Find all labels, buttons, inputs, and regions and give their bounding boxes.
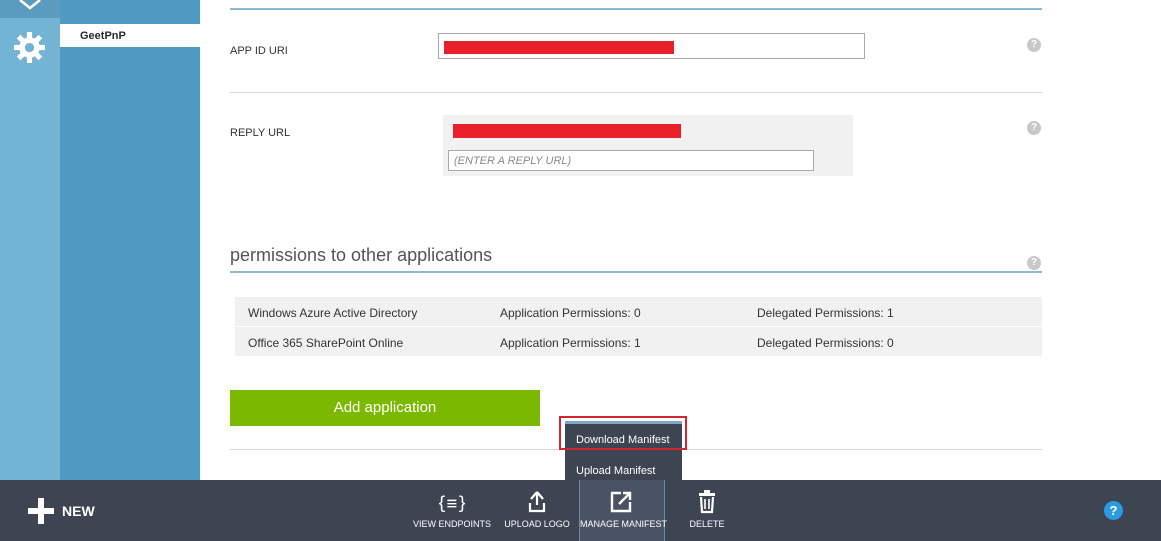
- permissions-title: permissions to other applications: [230, 245, 493, 265]
- app-nav: GeetPnP: [60, 0, 200, 480]
- app-id-uri-input[interactable]: [438, 33, 865, 59]
- reply-url-input[interactable]: (ENTER A REPLY URL): [448, 150, 814, 171]
- manage-manifest-icon: [610, 491, 632, 513]
- trash-icon: [699, 490, 715, 514]
- azure-logo-icon: [19, 0, 41, 10]
- section-divider: [230, 271, 1042, 273]
- app-id-uri-label: APP ID URI: [230, 45, 288, 57]
- upload-icon: [528, 491, 546, 513]
- delete-label: DELETE: [689, 519, 725, 529]
- left-rail: [0, 0, 60, 480]
- redaction-bar: [444, 41, 674, 54]
- manage-manifest-label: MANAGE MANIFEST: [580, 519, 668, 529]
- gear-icon[interactable]: [13, 31, 46, 64]
- help-icon[interactable]: ?: [1104, 501, 1123, 520]
- help-icon[interactable]: ?: [1027, 121, 1041, 135]
- view-endpoints-label: VIEW ENDPOINTS: [412, 519, 491, 529]
- permission-app-name: Office 365 SharePoint Online: [248, 336, 404, 350]
- permissions-table: Windows Azure Active Directory Applicati…: [235, 297, 1042, 357]
- delegated-permissions: Delegated Permissions: 0: [757, 336, 894, 350]
- application-permissions: Application Permissions: 1: [500, 336, 641, 350]
- manage-manifest-button[interactable]: MANAGE MANIFEST: [579, 480, 668, 541]
- section-divider: [230, 8, 1042, 10]
- permission-app-name: Windows Azure Active Directory: [248, 306, 418, 320]
- svg-text:{≡}: {≡}: [439, 494, 465, 514]
- upload-logo-button[interactable]: UPLOAD LOGO: [502, 480, 572, 541]
- table-row[interactable]: Office 365 SharePoint Online Application…: [235, 327, 1042, 357]
- help-icon[interactable]: ?: [1027, 38, 1041, 52]
- application-permissions: Application Permissions: 0: [500, 306, 641, 320]
- new-label: NEW: [62, 503, 95, 519]
- redaction-bar: [453, 124, 681, 138]
- endpoints-icon: {≡}: [439, 494, 465, 514]
- delegated-permissions: Delegated Permissions: 1: [757, 306, 894, 320]
- reply-url-label: REPLY URL: [230, 127, 291, 139]
- nav-item-app[interactable]: GeetPnP: [60, 24, 200, 47]
- view-endpoints-button[interactable]: {≡} VIEW ENDPOINTS: [412, 480, 492, 541]
- add-application-button[interactable]: Add application: [230, 390, 540, 426]
- logo-tile[interactable]: [0, 0, 60, 18]
- upload-logo-label: UPLOAD LOGO: [504, 519, 570, 529]
- divider: [230, 92, 1042, 93]
- plus-icon: [28, 498, 54, 524]
- table-row[interactable]: Windows Azure Active Directory Applicati…: [235, 297, 1042, 327]
- highlight-box: [559, 416, 687, 450]
- main-content: APP ID URI ? REPLY URL (ENTER A REPLY UR…: [200, 0, 1161, 480]
- delete-button[interactable]: DELETE: [682, 480, 732, 541]
- command-bar: NEW {≡} VIEW ENDPOINTS UPLOAD LOGO MANAG…: [0, 480, 1161, 541]
- help-icon[interactable]: ?: [1027, 256, 1041, 270]
